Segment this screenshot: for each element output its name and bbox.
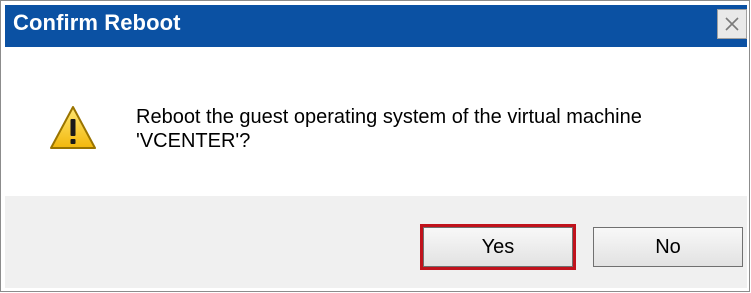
title-bar: Confirm Reboot — [5, 5, 747, 47]
warning-icon — [50, 106, 96, 149]
button-bar: Yes No — [5, 196, 747, 288]
message-area: Reboot the guest operating system of the… — [5, 47, 747, 196]
confirm-reboot-dialog: Confirm Reboot Reboot the guest operatin… — [0, 0, 750, 292]
no-button[interactable]: No — [593, 227, 743, 267]
dialog-title: Confirm Reboot — [13, 10, 181, 35]
message-line-2: 'VCENTER'? — [136, 130, 251, 152]
close-icon — [725, 17, 739, 31]
message-line-1: Reboot the guest operating system of the… — [136, 106, 642, 128]
yes-button[interactable]: Yes — [420, 224, 576, 270]
dialog-message: Reboot the guest operating system of the… — [136, 105, 706, 153]
close-button[interactable] — [717, 9, 747, 39]
